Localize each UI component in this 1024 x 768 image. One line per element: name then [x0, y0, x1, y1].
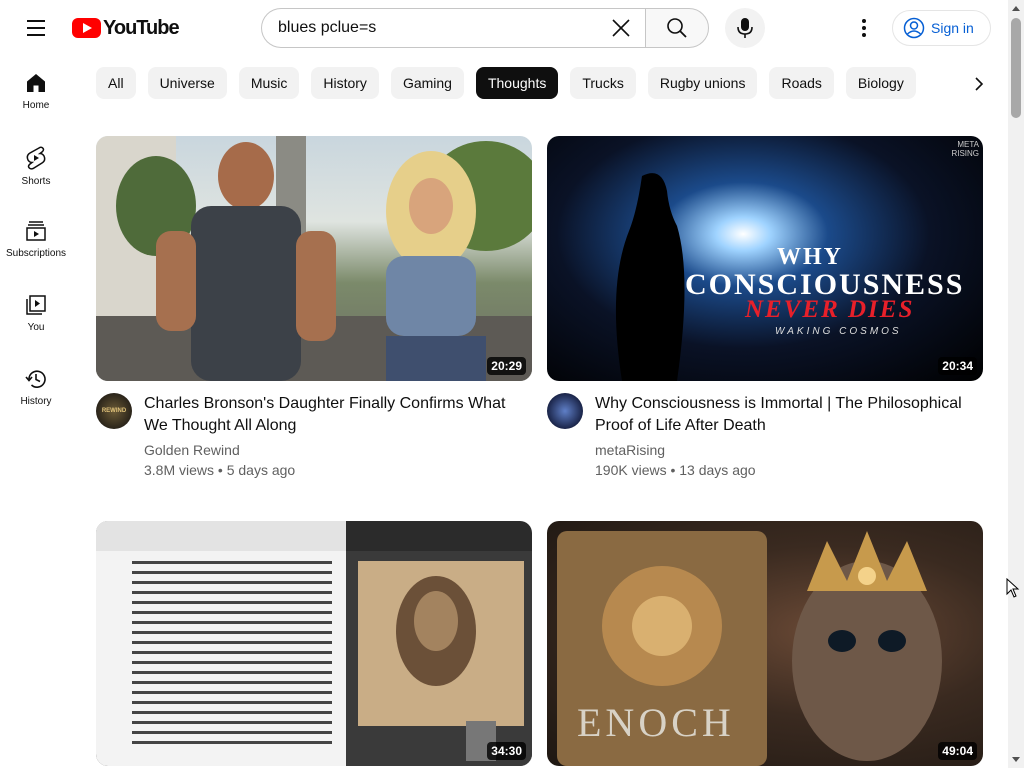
- guide-menu-button[interactable]: [16, 8, 56, 48]
- sign-in-label: Sign in: [931, 20, 974, 36]
- more-vert-icon: [862, 19, 866, 23]
- video-title[interactable]: Charles Bronson's Daughter Finally Confi…: [144, 393, 532, 437]
- top-bar: YouTube blues pclue=s Sign in: [0, 0, 1008, 56]
- close-icon: [612, 19, 630, 37]
- search-icon: [667, 18, 687, 38]
- more-vert-dot: [862, 33, 866, 37]
- video-thumbnail[interactable]: META RISING WHY CONSCIOUSNESS NEVER DIES…: [547, 136, 983, 381]
- sidebar-item-label: Subscriptions: [5, 248, 67, 259]
- sidebar-item-history[interactable]: History: [0, 352, 72, 426]
- avatar-text: REWIND: [101, 408, 127, 414]
- menu-icon-bar: [27, 34, 45, 36]
- chip-all[interactable]: All: [96, 67, 136, 99]
- sidebar-item-home[interactable]: Home: [0, 56, 72, 130]
- menu-icon-bar: [27, 20, 45, 22]
- history-icon: [25, 370, 46, 388]
- scroll-thumb[interactable]: [1011, 18, 1021, 118]
- thumb-corner-text: META RISING: [951, 140, 979, 158]
- thumbnail-image: [96, 521, 532, 766]
- channel-name[interactable]: metaRising: [595, 440, 983, 460]
- video-card: 20:29 REWIND Charles Bronson's Daughter …: [96, 136, 532, 480]
- sidebar-item-subscriptions[interactable]: Subscriptions: [0, 204, 72, 278]
- search-bar: [261, 8, 709, 48]
- chip-bar: All Universe Music History Gaming Though…: [96, 67, 1001, 100]
- chip-music[interactable]: Music: [238, 67, 300, 99]
- mouse-cursor-icon: [1006, 578, 1020, 598]
- video-card: 34:30: [96, 521, 532, 766]
- video-thumbnail[interactable]: ENOCH 49:04: [547, 521, 983, 766]
- clear-search-button[interactable]: [605, 12, 637, 44]
- youtube-play-icon: [72, 18, 101, 38]
- voice-search-button[interactable]: [725, 8, 765, 48]
- chip-rugby-unions[interactable]: Rugby unions: [647, 67, 758, 99]
- video-stats: 3.8M views • 5 days ago: [144, 462, 296, 478]
- search-box: [261, 8, 645, 48]
- video-card: META RISING WHY CONSCIOUSNESS NEVER DIES…: [547, 136, 983, 480]
- shorts-icon: [26, 146, 46, 170]
- video-duration: 20:34: [938, 357, 977, 375]
- chip-biology[interactable]: Biology: [845, 67, 916, 99]
- account-circle-icon: [903, 17, 925, 39]
- video-duration: 20:29: [487, 357, 526, 375]
- sign-in-button[interactable]: Sign in: [892, 10, 991, 46]
- video-stats: 190K views • 13 days ago: [595, 462, 756, 478]
- thumb-text-line4: WAKING COSMOS: [775, 326, 902, 337]
- microphone-icon: [737, 18, 753, 38]
- sidebar-item-shorts[interactable]: Shorts: [0, 130, 72, 204]
- mini-guide: Home Shorts Subscriptions You History: [0, 56, 72, 426]
- scroll-up-arrow[interactable]: [1012, 6, 1020, 11]
- page-scrollbar[interactable]: [1008, 0, 1024, 768]
- thumb-text-line3: NEVER DIES: [745, 296, 915, 323]
- youtube-app: YouTube blues pclue=s Sign in Home Short…: [0, 0, 1024, 768]
- settings-more-button[interactable]: [844, 8, 884, 48]
- thumb-text-line1: WHY: [777, 244, 843, 270]
- chip-roads[interactable]: Roads: [769, 67, 834, 99]
- you-icon: [26, 295, 46, 315]
- youtube-logo[interactable]: YouTube: [72, 16, 180, 40]
- channel-name[interactable]: Golden Rewind: [144, 440, 532, 460]
- video-thumbnail[interactable]: 20:29: [96, 136, 532, 381]
- more-vert-dot: [862, 26, 866, 30]
- video-info: Why Consciousness is Immortal | The Phil…: [595, 393, 983, 480]
- sidebar-item-you[interactable]: You: [0, 278, 72, 352]
- channel-avatar[interactable]: REWIND: [96, 393, 132, 429]
- thumb-text-line1: ENOCH: [577, 700, 735, 745]
- chip-universe[interactable]: Universe: [147, 67, 227, 99]
- chip-history[interactable]: History: [311, 67, 379, 99]
- scroll-down-arrow[interactable]: [1012, 757, 1020, 762]
- video-duration: 49:04: [938, 742, 977, 760]
- thumbnail-image: [615, 173, 685, 381]
- sidebar-item-label: Home: [22, 100, 50, 111]
- video-thumbnail[interactable]: 34:30: [96, 521, 532, 766]
- sidebar-item-label: Shorts: [21, 176, 51, 187]
- chip-trucks[interactable]: Trucks: [570, 67, 636, 99]
- subscriptions-icon: [26, 221, 46, 241]
- chip-gaming[interactable]: Gaming: [390, 67, 464, 99]
- logo-text: YouTube: [103, 16, 180, 39]
- video-card: ENOCH 49:04: [547, 521, 983, 766]
- sidebar-item-label: You: [27, 322, 45, 333]
- chips-next-button[interactable]: [962, 66, 996, 102]
- video-meta: Why Consciousness is Immortal | The Phil…: [547, 393, 983, 480]
- search-input[interactable]: [278, 19, 605, 37]
- menu-icon-bar: [27, 27, 45, 29]
- chip-thoughts[interactable]: Thoughts: [475, 67, 559, 99]
- video-info: Charles Bronson's Daughter Finally Confi…: [144, 393, 532, 480]
- home-icon: [27, 74, 45, 92]
- channel-avatar[interactable]: [547, 393, 583, 429]
- video-meta: REWIND Charles Bronson's Daughter Finall…: [96, 393, 532, 480]
- chevron-right-icon: [975, 77, 984, 91]
- video-duration: 34:30: [487, 742, 526, 760]
- sidebar-item-label: History: [20, 396, 52, 407]
- search-button[interactable]: [645, 8, 709, 48]
- thumbnail-image: [96, 136, 532, 381]
- video-title[interactable]: Why Consciousness is Immortal | The Phil…: [595, 393, 983, 437]
